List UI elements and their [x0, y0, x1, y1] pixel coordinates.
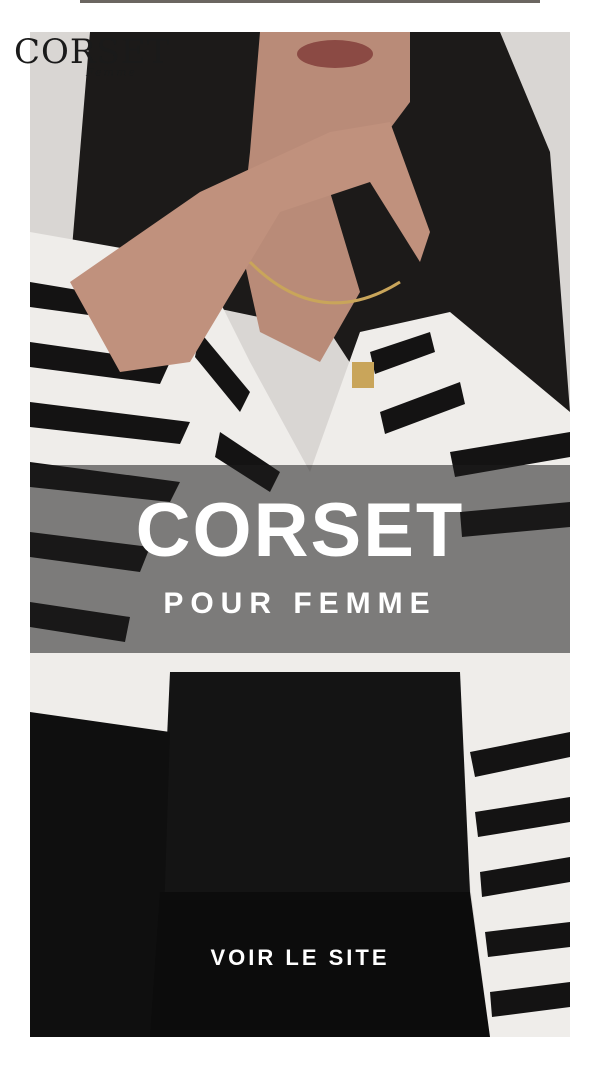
- top-photo-strip: [80, 0, 540, 3]
- visit-site-button[interactable]: VOIR LE SITE: [150, 940, 450, 976]
- banner-title: CORSET: [135, 488, 465, 573]
- title-banner: CORSET POUR FEMME: [30, 465, 570, 653]
- banner-subtitle: POUR FEMME: [163, 587, 437, 620]
- logo-subtext: Femme: [86, 66, 137, 79]
- brand-logo[interactable]: CORSET Femme: [14, 28, 169, 98]
